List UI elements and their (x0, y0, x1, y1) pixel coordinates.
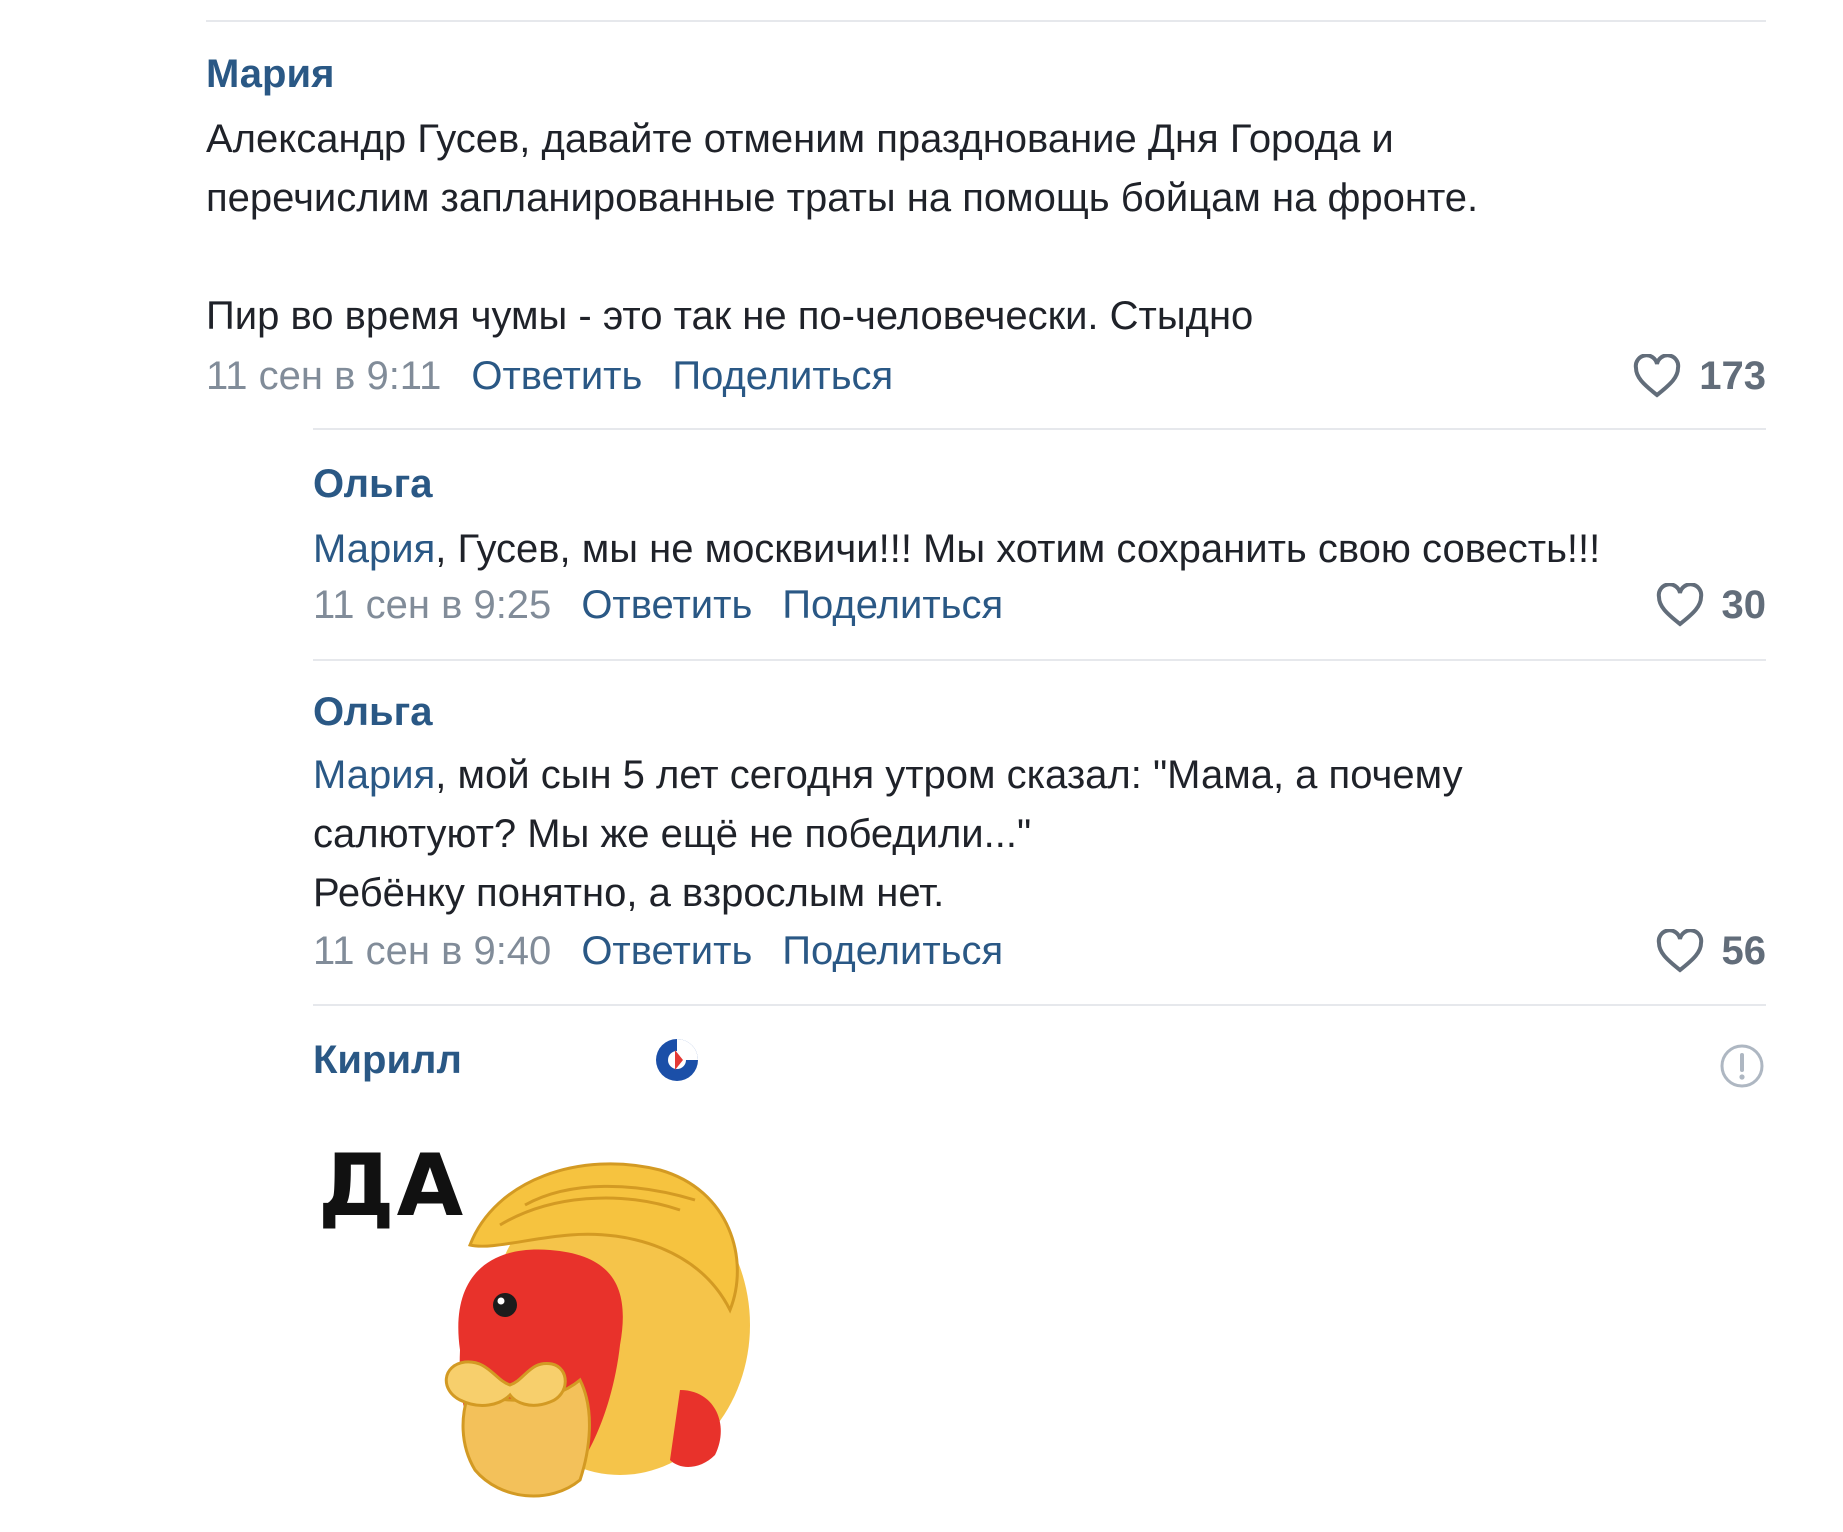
comment-text-line: Ребёнку понятно, а взрослым нет. (313, 871, 945, 915)
comment-text-line: Александр Гусев, давайте отменим праздно… (206, 117, 1394, 161)
like-count: 56 (1721, 929, 1767, 973)
like-button[interactable]: 56 (1656, 927, 1767, 975)
reply-button[interactable]: Ответить (471, 352, 642, 400)
divider (313, 1004, 1766, 1006)
heart-icon (1656, 583, 1703, 627)
mention-link[interactable]: Мария (313, 753, 435, 797)
comment-author[interactable]: Мария (206, 50, 1766, 98)
share-button[interactable]: Поделиться (782, 927, 1003, 975)
comment-text-line: Пир во время чумы - это так не по-челове… (206, 294, 1254, 338)
top-divider (206, 20, 1766, 22)
comment-author[interactable]: Ольга (313, 460, 1766, 508)
heart-icon (1634, 354, 1681, 398)
comment-date: 11 сен в 9:40 (313, 929, 552, 973)
comment-meta: 11 сен в 9:40 Ответить Поделиться 56 (313, 927, 1766, 975)
share-button[interactable]: Поделиться (782, 581, 1003, 629)
like-button[interactable]: 173 (1633, 352, 1766, 400)
comment-olga-1: Ольга Мария, Гусев, мы не москвичи!!! Мы… (313, 460, 1766, 629)
reply-button[interactable]: Ответить (581, 927, 752, 975)
comment-meta: 11 сен в 9:25 Ответить Поделиться 30 (313, 581, 1766, 629)
info-circle-icon[interactable] (1718, 1042, 1766, 1090)
comment-text-line: салютуют? Мы же ещё не победили..." (313, 812, 1032, 856)
comment-kirill: Кирилл (313, 1036, 1766, 1088)
comment-maria: Мария Александр Гусев, давайте отменим п… (206, 50, 1766, 400)
like-count: 173 (1699, 354, 1766, 398)
comment-text-body: , мой сын 5 лет сегодня утром сказал: "М… (435, 753, 1463, 797)
sticker-image (444, 1162, 750, 1498)
comment-text: Мария, Гусев, мы не москвичи!!! Мы хотим… (313, 520, 1766, 579)
mention-link[interactable]: Мария (313, 527, 435, 571)
comment-text-line: Мария, мой сын 5 лет сегодня утром сказа… (313, 746, 1766, 805)
badge-icon (656, 1039, 698, 1081)
reply-button[interactable]: Ответить (581, 581, 752, 629)
heart-icon (1656, 929, 1703, 973)
comment-olga-2: Ольга Мария, мой сын 5 лет сегодня утром… (313, 688, 1766, 975)
comment-author[interactable]: Кирилл (313, 1036, 1766, 1084)
comment-text-line: перечислим запланированные траты на помо… (206, 176, 1479, 220)
like-button[interactable]: 30 (1656, 581, 1767, 629)
comment-author[interactable]: Ольга (313, 688, 1766, 736)
like-count: 30 (1721, 583, 1767, 627)
comment-text-body: , Гусев, мы не москвичи!!! Мы хотим сохр… (435, 527, 1601, 571)
divider (313, 428, 1766, 430)
comment-date: 11 сен в 9:25 (313, 583, 552, 627)
divider (313, 659, 1766, 661)
share-button[interactable]: Поделиться (672, 352, 893, 400)
comment-meta: 11 сен в 9:11 Ответить Поделиться 173 (206, 352, 1766, 400)
comment-date: 11 сен в 9:11 (206, 354, 442, 398)
